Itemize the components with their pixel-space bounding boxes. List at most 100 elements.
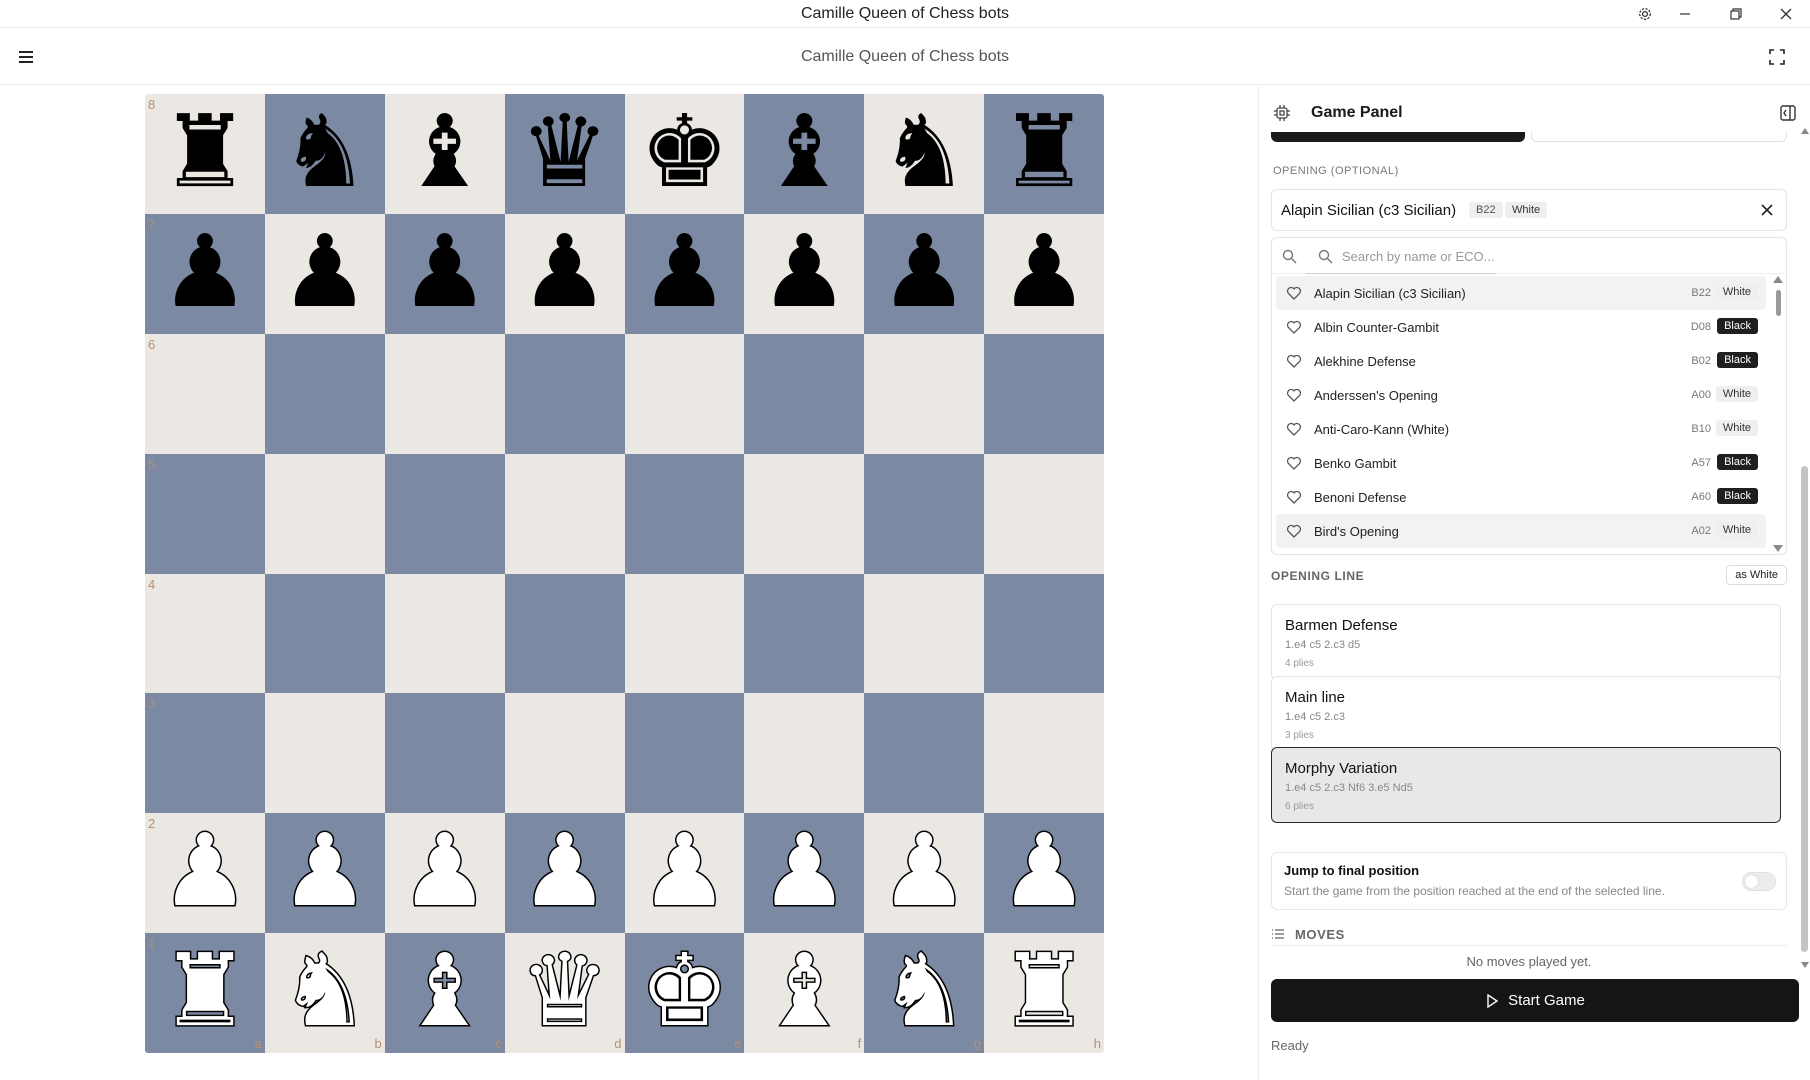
opening-list-item[interactable]: Benko Gambit A57 Black xyxy=(1276,446,1766,480)
square-h3[interactable] xyxy=(984,693,1104,814)
white-pawn-icon[interactable]: ♟ xyxy=(278,819,371,922)
black-bishop-icon[interactable]: ♝ xyxy=(759,101,849,202)
square-a1[interactable]: 1 a ♜ xyxy=(145,933,265,1053)
square-f5[interactable] xyxy=(744,453,865,574)
heart-icon[interactable] xyxy=(1286,319,1302,335)
white-pawn-icon[interactable]: ♟ xyxy=(398,819,491,922)
square-f7[interactable]: ♟ xyxy=(744,213,865,334)
square-b2[interactable]: ♟ xyxy=(264,813,385,934)
scroll-up-icon[interactable] xyxy=(1801,128,1809,134)
fullscreen-button[interactable] xyxy=(1766,46,1788,68)
square-f3[interactable] xyxy=(744,693,865,814)
black-knight-icon[interactable]: ♞ xyxy=(280,101,370,202)
square-a8[interactable]: 8 ♜ xyxy=(145,94,265,214)
mode-tab-active[interactable] xyxy=(1271,132,1525,142)
heart-icon[interactable] xyxy=(1286,353,1302,369)
chess-board[interactable]: 8 ♜ ♞ ♝ ♛ ♚ ♝ ♞ ♜ 7 ♟ ♟ ♟ ♟ ♟ ♟ ♟ ♟ 6 5 4 3 2 ♟ ♟ ♟ ♟ ♟ ♟ ♟ ♟ 1 a ♜ b ♞ c ♝ d ♛… xyxy=(145,94,1104,1053)
square-f4[interactable] xyxy=(744,573,865,694)
square-d5[interactable] xyxy=(504,453,625,574)
white-pawn-icon[interactable]: ♟ xyxy=(998,819,1091,922)
square-e2[interactable]: ♟ xyxy=(624,813,745,934)
square-e7[interactable]: ♟ xyxy=(624,213,745,334)
white-king-icon[interactable]: ♚ xyxy=(638,939,731,1042)
square-h4[interactable] xyxy=(984,573,1104,694)
square-b1[interactable]: b ♞ xyxy=(264,933,385,1053)
opening-line-card[interactable]: Main line 1.e4 c5 2.c3 3 plies xyxy=(1271,676,1781,752)
scroll-down-icon[interactable] xyxy=(1773,545,1783,552)
panel-scrollbar[interactable] xyxy=(1800,128,1810,968)
square-g3[interactable] xyxy=(864,693,985,814)
heart-icon[interactable] xyxy=(1286,523,1302,539)
clear-opening-icon[interactable] xyxy=(1758,201,1776,219)
square-e1[interactable]: e ♚ xyxy=(624,933,745,1053)
selected-opening[interactable]: Alapin Sicilian (c3 Sicilian) B22 White xyxy=(1271,189,1787,231)
white-pawn-icon[interactable]: ♟ xyxy=(159,819,252,922)
square-c1[interactable]: c ♝ xyxy=(384,933,505,1053)
opening-list-item[interactable]: Anti-Caro-Kann (White) B10 White xyxy=(1276,412,1766,446)
white-knight-icon[interactable]: ♞ xyxy=(878,939,971,1042)
square-g8[interactable]: ♞ xyxy=(864,94,985,214)
white-bishop-icon[interactable]: ♝ xyxy=(398,939,491,1042)
square-h2[interactable]: ♟ xyxy=(984,813,1104,934)
black-pawn-icon[interactable]: ♟ xyxy=(280,221,370,322)
white-bishop-icon[interactable]: ♝ xyxy=(758,939,851,1042)
square-c8[interactable]: ♝ xyxy=(384,94,505,214)
square-e5[interactable] xyxy=(624,453,745,574)
square-d3[interactable] xyxy=(504,693,625,814)
heart-icon[interactable] xyxy=(1286,387,1302,403)
black-rook-icon[interactable]: ♜ xyxy=(999,101,1089,202)
square-e8[interactable]: ♚ xyxy=(624,94,745,214)
collapse-panel-icon[interactable] xyxy=(1779,104,1797,122)
minimize-button[interactable] xyxy=(1665,2,1705,26)
square-a3[interactable]: 3 xyxy=(145,693,265,814)
search-input[interactable]: Search by name or ECO... xyxy=(1342,249,1494,264)
white-rook-icon[interactable]: ♜ xyxy=(159,939,252,1042)
opening-list-item[interactable]: Albin Counter-Gambit D08 Black xyxy=(1276,310,1766,344)
black-pawn-icon[interactable]: ♟ xyxy=(999,221,1089,322)
heart-icon[interactable] xyxy=(1286,489,1302,505)
square-b8[interactable]: ♞ xyxy=(264,94,385,214)
square-g4[interactable] xyxy=(864,573,985,694)
black-rook-icon[interactable]: ♜ xyxy=(160,101,250,202)
square-h1[interactable]: h ♜ xyxy=(984,933,1104,1053)
heart-icon[interactable] xyxy=(1286,285,1302,301)
opening-line-card[interactable]: Morphy Variation 1.e4 c5 2.c3 Nf6 3.e5 Nd… xyxy=(1271,747,1781,823)
scroll-thumb[interactable] xyxy=(1801,466,1808,952)
square-e3[interactable] xyxy=(624,693,745,814)
square-b3[interactable] xyxy=(264,693,385,814)
square-g6[interactable] xyxy=(864,333,985,454)
scroll-up-icon[interactable] xyxy=(1773,276,1783,283)
square-b5[interactable] xyxy=(264,453,385,574)
square-f2[interactable]: ♟ xyxy=(744,813,865,934)
square-c2[interactable]: ♟ xyxy=(384,813,505,934)
square-d1[interactable]: d ♛ xyxy=(504,933,625,1053)
square-c4[interactable] xyxy=(384,573,505,694)
opening-list-scrollbar[interactable] xyxy=(1773,276,1783,552)
opening-search[interactable]: Search by name or ECO... xyxy=(1272,238,1786,274)
black-pawn-icon[interactable]: ♟ xyxy=(640,221,730,322)
square-f6[interactable] xyxy=(744,333,865,454)
square-g5[interactable] xyxy=(864,453,985,574)
square-b6[interactable] xyxy=(264,333,385,454)
square-d8[interactable]: ♛ xyxy=(504,94,625,214)
heart-icon[interactable] xyxy=(1286,455,1302,471)
white-pawn-icon[interactable]: ♟ xyxy=(518,819,611,922)
square-h8[interactable]: ♜ xyxy=(984,94,1104,214)
scroll-down-icon[interactable] xyxy=(1801,962,1809,968)
square-e6[interactable] xyxy=(624,333,745,454)
white-queen-icon[interactable]: ♛ xyxy=(518,939,611,1042)
square-a4[interactable]: 4 xyxy=(145,573,265,694)
white-pawn-icon[interactable]: ♟ xyxy=(758,819,851,922)
square-c3[interactable] xyxy=(384,693,505,814)
white-pawn-icon[interactable]: ♟ xyxy=(638,819,731,922)
black-pawn-icon[interactable]: ♟ xyxy=(520,221,610,322)
opening-list-item[interactable]: Alapin Sicilian (c3 Sicilian) B22 White xyxy=(1276,276,1766,310)
scroll-thumb[interactable] xyxy=(1776,290,1781,316)
black-pawn-icon[interactable]: ♟ xyxy=(400,221,490,322)
square-a6[interactable]: 6 xyxy=(145,333,265,454)
opening-list-item[interactable]: Benoni Defense A60 Black xyxy=(1276,480,1766,514)
opening-list-item[interactable]: Bird's Opening A02 White xyxy=(1276,514,1766,548)
mode-tab-inactive[interactable] xyxy=(1531,132,1787,142)
start-game-button[interactable]: Start Game xyxy=(1271,979,1799,1022)
square-b4[interactable] xyxy=(264,573,385,694)
